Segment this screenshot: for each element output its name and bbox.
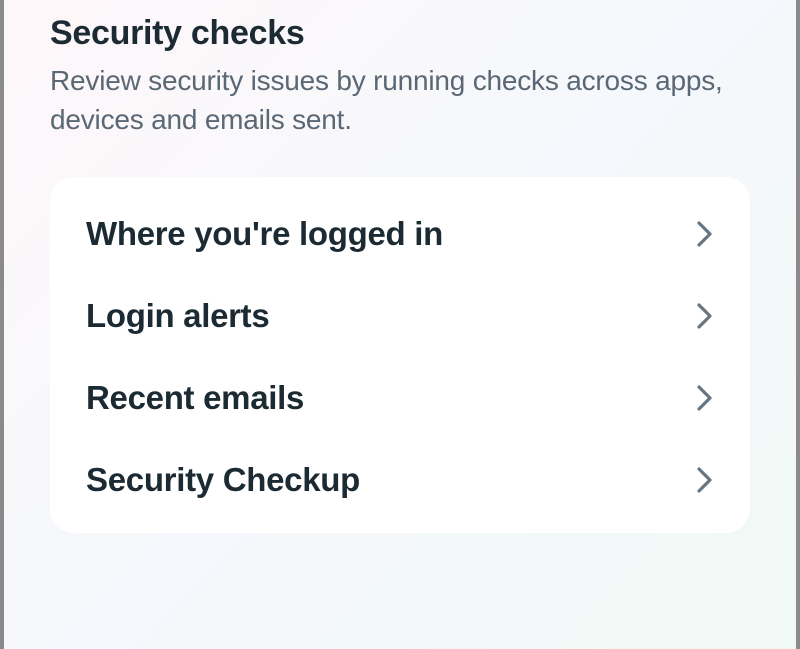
list-item-recent-emails[interactable]: Recent emails bbox=[50, 357, 750, 439]
list-item-logged-in[interactable]: Where you're logged in bbox=[50, 193, 750, 275]
chevron-right-icon bbox=[696, 220, 714, 248]
list-item-label: Recent emails bbox=[86, 379, 304, 417]
security-checks-card: Where you're logged in Login alerts Rece… bbox=[50, 177, 750, 533]
list-item-label: Where you're logged in bbox=[86, 215, 443, 253]
chevron-right-icon bbox=[696, 302, 714, 330]
page-title: Security checks bbox=[50, 14, 750, 53]
chevron-right-icon bbox=[696, 466, 714, 494]
section-header: Security checks Review security issues b… bbox=[50, 0, 750, 139]
chevron-right-icon bbox=[696, 384, 714, 412]
list-item-login-alerts[interactable]: Login alerts bbox=[50, 275, 750, 357]
list-item-security-checkup[interactable]: Security Checkup bbox=[50, 439, 750, 521]
list-item-label: Security Checkup bbox=[86, 461, 360, 499]
page-subtitle: Review security issues by running checks… bbox=[50, 61, 750, 139]
list-item-label: Login alerts bbox=[86, 297, 269, 335]
